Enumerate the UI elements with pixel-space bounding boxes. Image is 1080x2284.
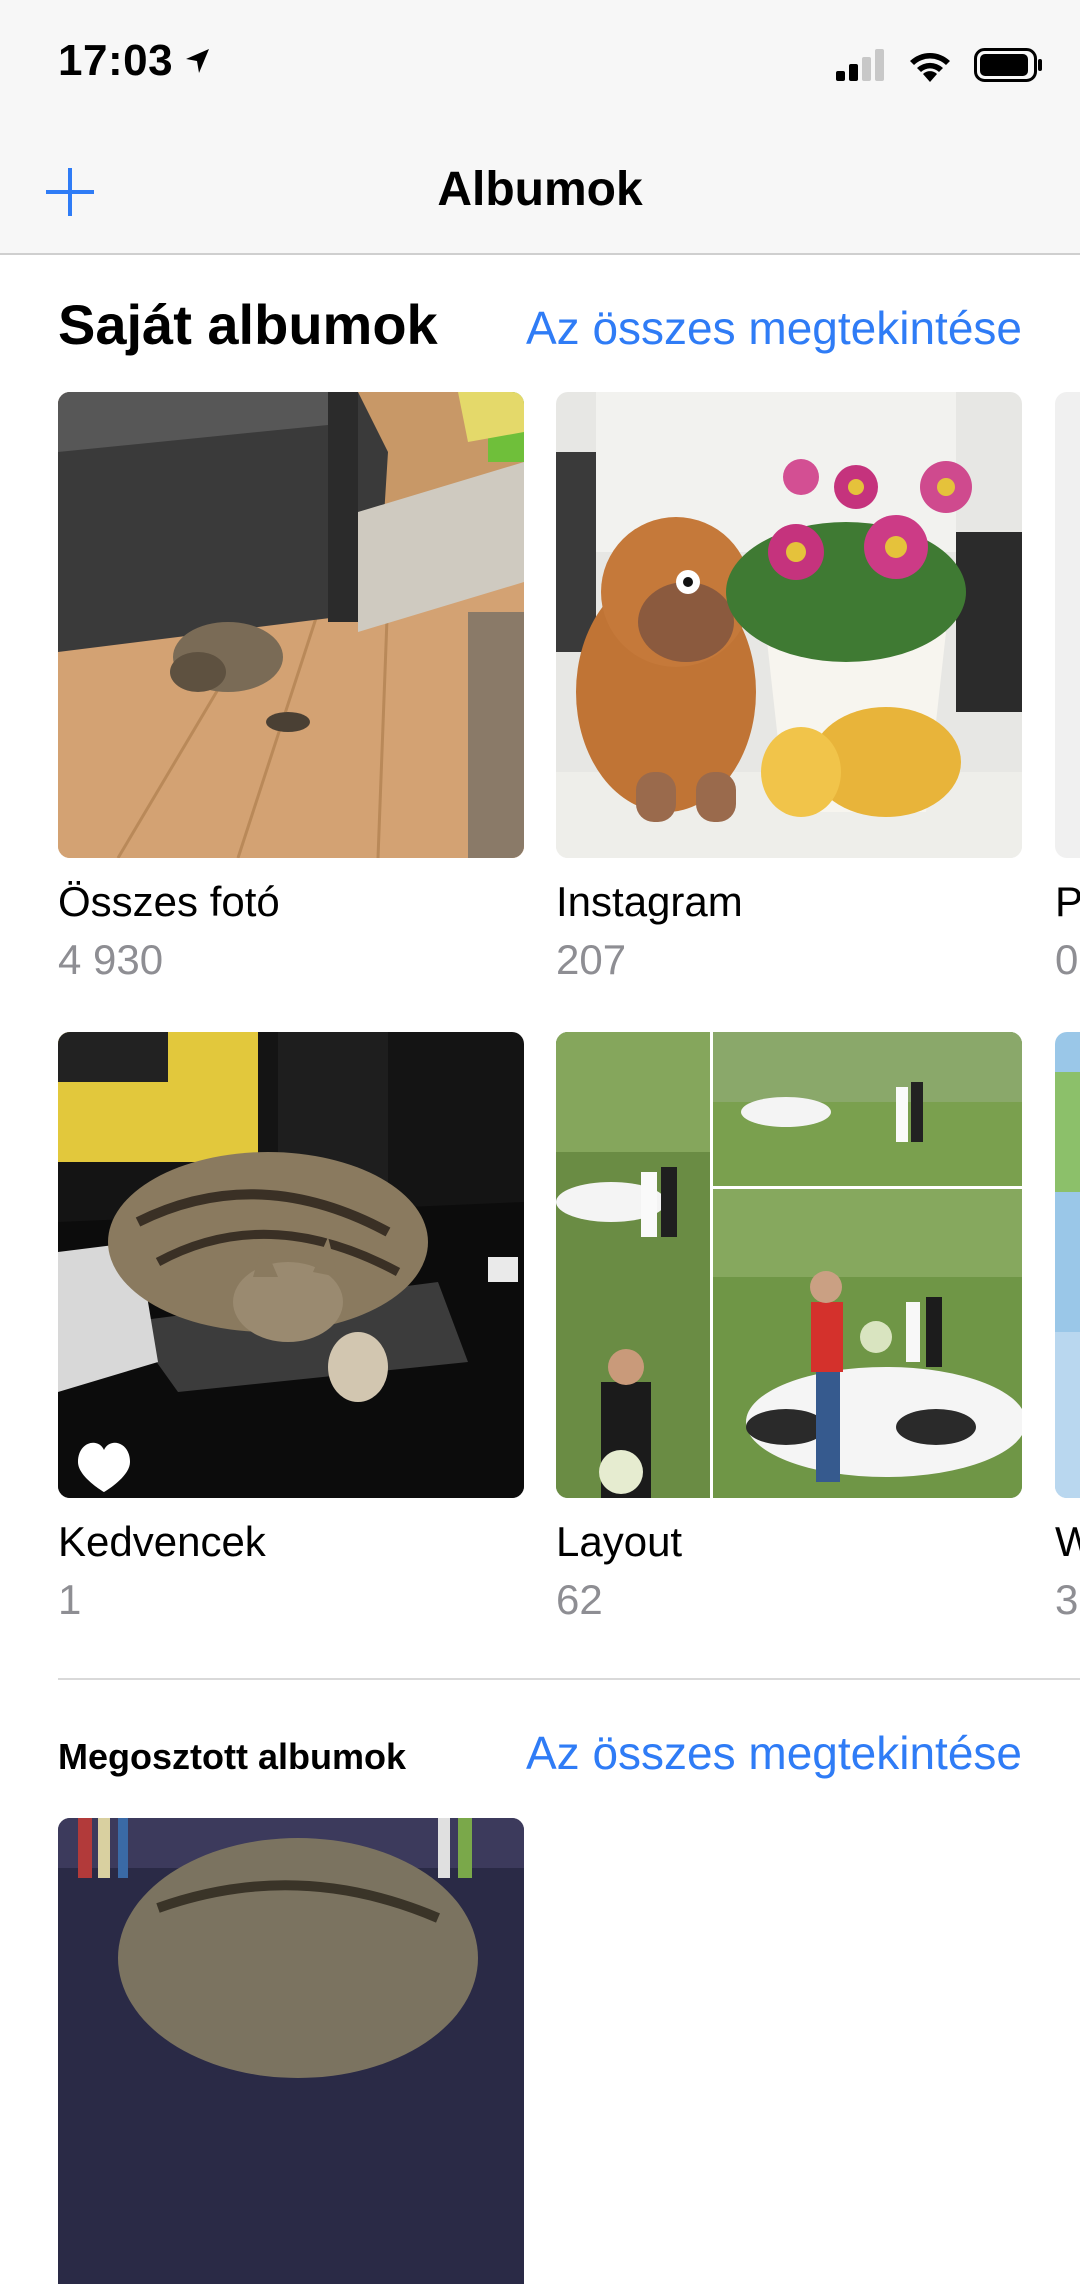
- shared-albums-header: Megosztott albumok Az összes megtekintés…: [58, 1726, 1022, 1780]
- album-name-layout: Layout: [556, 1518, 683, 1565]
- album-thumbnail-all-photos[interactable]: [58, 392, 524, 858]
- my-albums-see-all-link[interactable]: Az összes megtekintése: [526, 301, 1022, 355]
- album-thumbnail-instagram[interactable]: [556, 392, 1022, 858]
- monkey-toy-flowers-photo: [556, 392, 1022, 858]
- my-albums-title: Saját albumok: [58, 293, 438, 356]
- album-thumbnail-favorites[interactable]: [58, 1032, 524, 1498]
- my-albums-header: Saját albumok Az összes megtekintése: [58, 292, 1022, 357]
- status-bar: 17:03: [0, 0, 1080, 132]
- shared-album-thumbnail[interactable]: [58, 1818, 524, 2284]
- album-thumbnail-peek-2[interactable]: [1055, 1032, 1080, 1498]
- shared-cat-photo: [58, 1818, 524, 2284]
- status-icons: [836, 48, 1044, 82]
- location-arrow-icon: [186, 49, 210, 73]
- album-name-instagram: Instagram: [556, 878, 743, 925]
- cat-on-desk-photo: [58, 1032, 524, 1498]
- status-time: 17:03: [58, 36, 213, 86]
- wifi-icon: [910, 53, 950, 82]
- album-count-layout: 62: [556, 1576, 603, 1623]
- album-count-all-photos: 4 930: [58, 936, 164, 983]
- shared-albums-title: Megosztott albumok: [58, 1736, 406, 1777]
- time-label: 17:03: [58, 36, 174, 85]
- album-name-favorites: Kedvencek: [58, 1518, 266, 1565]
- section-divider: [58, 1678, 1080, 1680]
- album-name-all-photos: Összes fotó: [58, 878, 280, 925]
- album-thumbnail-layout[interactable]: [556, 1032, 1022, 1498]
- peek-photo: [1055, 1032, 1080, 1498]
- album-count-peek-2: 3: [1055, 1576, 1079, 1623]
- page-title: Albumok: [437, 163, 643, 216]
- cat-under-chair-photo: [58, 392, 524, 858]
- cellular-signal-icon: [836, 49, 884, 81]
- album-name-peek-2: W: [1055, 1518, 1080, 1565]
- battery-icon: [974, 48, 1042, 82]
- album-count-peek-1: 0: [1055, 936, 1079, 983]
- album-name-peek-1: P: [1055, 878, 1080, 925]
- wedding-collage-photo: [556, 1032, 1022, 1498]
- album-count-instagram: 207: [556, 936, 627, 983]
- navigation-bar: Albumok: [0, 132, 1080, 255]
- album-count-favorites: 1: [58, 1576, 82, 1623]
- album-thumbnail-peek-1[interactable]: [1055, 392, 1080, 858]
- shared-albums-see-all-link[interactable]: Az összes megtekintése: [526, 1726, 1022, 1780]
